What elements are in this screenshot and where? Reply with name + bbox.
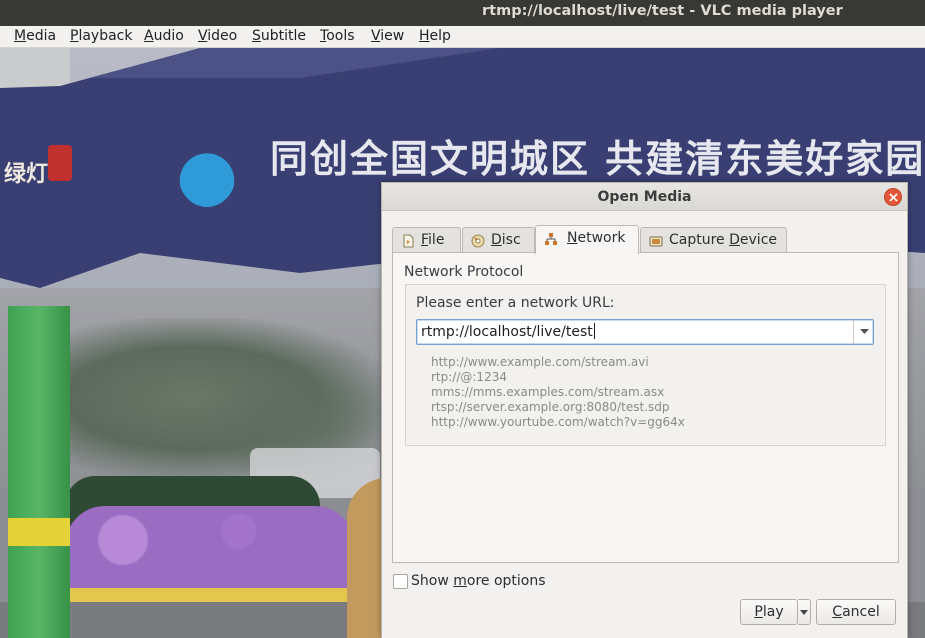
network-url-label: Please enter a network URL: [416,295,615,311]
network-protocol-heading: Network Protocol [404,264,524,280]
video-green-pillar [8,306,70,638]
url-examples: http://www.example.com/stream.avi rtp://… [431,355,685,430]
menu-video[interactable]: Video [198,28,237,44]
menu-help[interactable]: Help [419,28,451,44]
capture-device-icon [649,236,663,247]
video-pillar-band [8,518,70,546]
menu-playback[interactable]: Playback [70,28,132,44]
file-icon [403,234,414,248]
tab-capture-device[interactable]: Capture Device [640,227,787,253]
url-history-dropdown-button[interactable] [853,320,874,344]
network-url-input[interactable]: rtmp://localhost/live/test [421,323,595,340]
menu-view[interactable]: View [371,28,404,44]
menu-audio[interactable]: Audio [144,28,184,44]
video-curb [65,588,355,602]
close-icon [889,193,898,202]
dialog-title: Open Media [597,189,692,205]
menu-tools[interactable]: Tools [320,28,355,44]
cancel-button[interactable]: Cancel [816,599,896,625]
tab-file[interactable]: File [392,227,461,253]
url-example: rtp://@:1234 [431,370,507,384]
play-options-dropdown-button[interactable] [798,599,811,625]
open-media-dialog: Open Media File Disc Network Capture Dev… [381,182,908,638]
network-url-combobox[interactable]: rtmp://localhost/live/test [416,319,874,345]
video-flower-bed [65,506,355,591]
url-example: rtsp://server.example.org:8080/test.sdp [431,400,670,414]
menubar: Media Playback Audio Video Subtitle Tool… [0,26,925,48]
window-titlebar[interactable]: rtmp://localhost/live/test - VLC media p… [0,0,925,26]
show-more-options-checkbox[interactable] [393,574,408,589]
network-tab-panel: Network Protocol Please enter a network … [392,252,899,563]
tab-network[interactable]: Network [535,225,639,254]
play-button[interactable]: Play [740,599,798,625]
menu-subtitle[interactable]: Subtitle [252,28,306,44]
dialog-close-button[interactable] [884,188,902,206]
url-example: http://www.example.com/stream.avi [431,355,649,369]
window-title: rtmp://localhost/live/test - VLC media p… [482,3,843,19]
tab-disc[interactable]: Disc [462,227,535,253]
url-example: mms://mms.examples.com/stream.asx [431,385,665,399]
show-more-options-label[interactable]: Show more options [411,573,546,589]
video-mascot [178,141,236,207]
video-umbrella-slogan: 同创全国文明城区 共建清东美好家园 [270,137,925,181]
text-caret [593,323,595,339]
network-icon [545,233,557,245]
chevron-down-icon [800,610,808,615]
chevron-down-icon [860,329,869,334]
menu-media[interactable]: Media [14,28,56,44]
url-example: http://www.yourtube.com/watch?v=gg64x [431,415,685,429]
disc-icon [471,234,485,248]
video-umbrella-left-text: 绿灯 [4,162,49,187]
network-url-group: Please enter a network URL: rtmp://local… [405,284,886,446]
video-red-badge [48,145,72,181]
dialog-titlebar[interactable]: Open Media [382,183,907,211]
